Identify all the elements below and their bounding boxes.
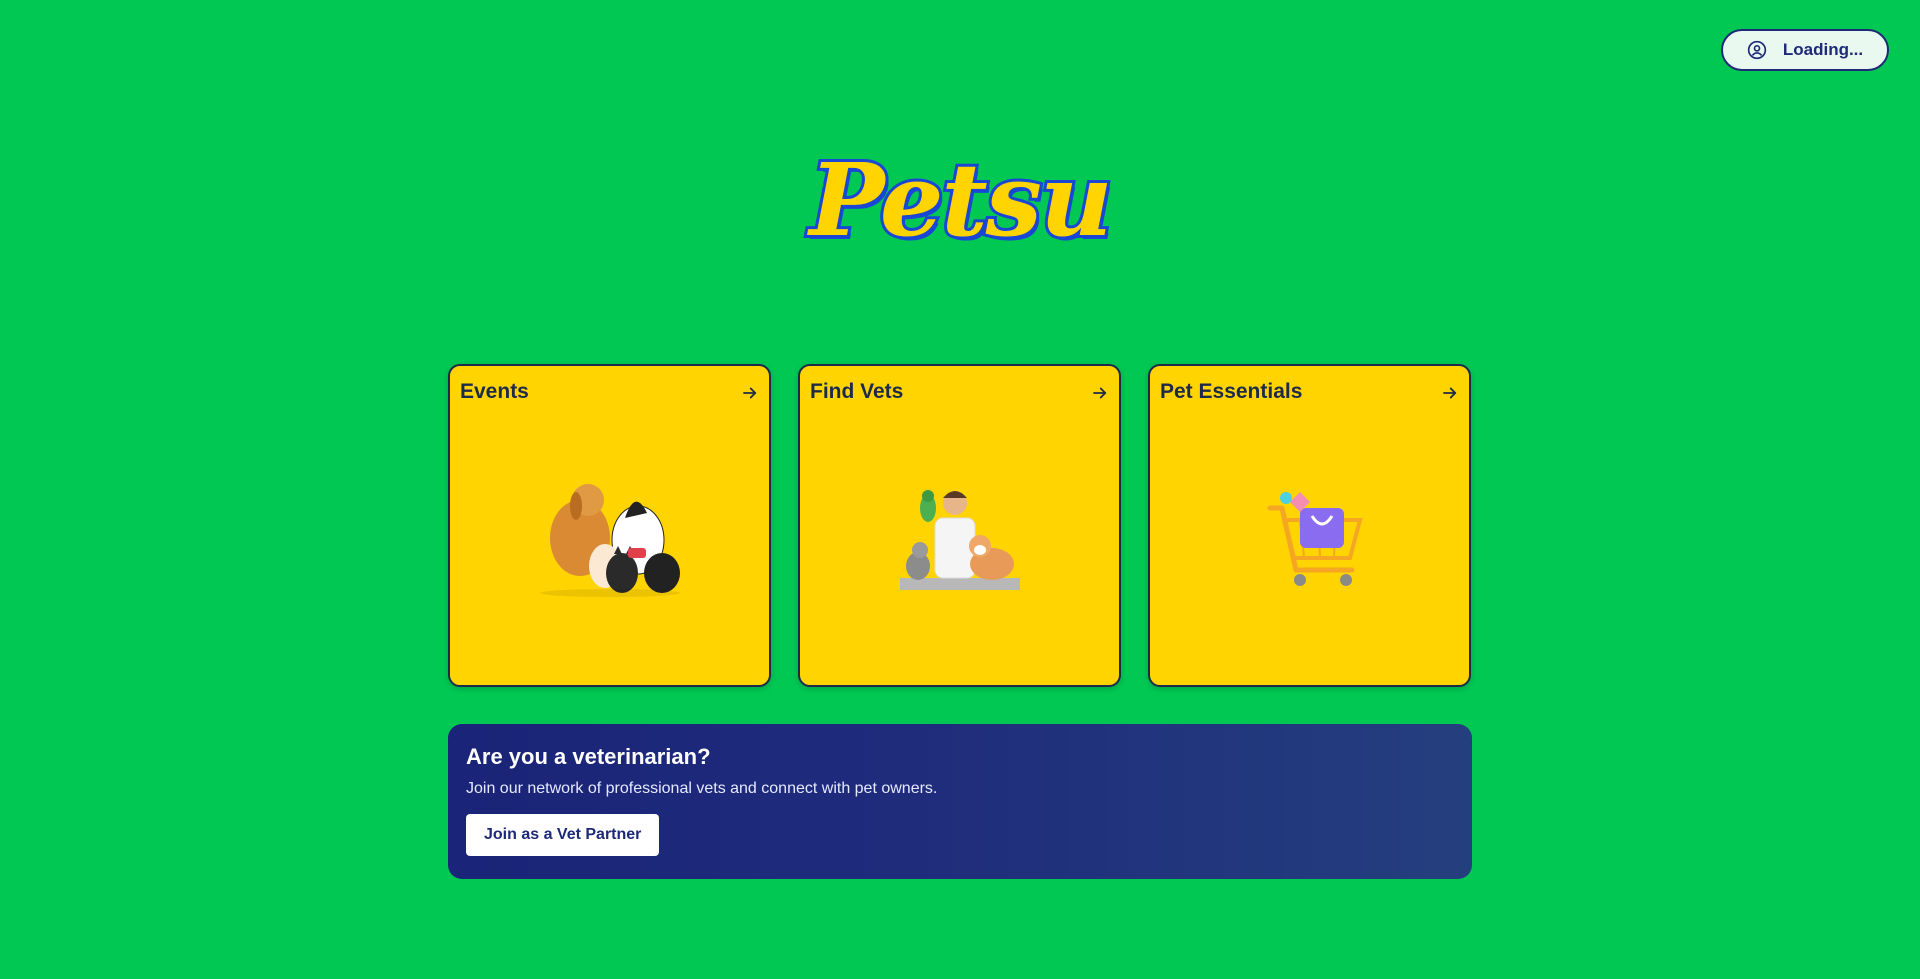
card-title-find-vets: Find Vets xyxy=(810,380,904,403)
user-circle-icon xyxy=(1747,40,1767,60)
petsu-logo[interactable]: Petsu xyxy=(780,140,1140,260)
vet-partner-banner: Are you a veterinarian? Join our network… xyxy=(448,724,1472,879)
feature-cards: Events Find Vets Pet Essentials xyxy=(448,364,1471,687)
account-button[interactable]: Loading... xyxy=(1721,29,1889,71)
veterinarian-with-pets-illustration xyxy=(899,490,1020,591)
arrow-right-icon xyxy=(743,387,757,399)
shopping-cart-illustration xyxy=(1267,492,1363,587)
card-title-pet-essentials: Pet Essentials xyxy=(1160,380,1303,403)
card-title-events: Events xyxy=(460,380,529,403)
arrow-right-icon xyxy=(1443,387,1457,399)
account-label: Loading... xyxy=(1782,40,1864,59)
pets-group-illustration xyxy=(539,484,680,598)
find-vets-card[interactable]: Find Vets xyxy=(798,364,1121,687)
join-vet-partner-button[interactable]: Join as a Vet Partner xyxy=(466,814,660,856)
arrow-right-icon xyxy=(1093,387,1107,399)
vet-banner-subtitle: Join our network of professional vets an… xyxy=(466,780,938,797)
vet-banner-title: Are you a veterinarian? xyxy=(466,744,711,769)
events-card[interactable]: Events xyxy=(448,364,771,687)
pet-essentials-card[interactable]: Pet Essentials xyxy=(1148,364,1471,687)
logo-text: Petsu xyxy=(806,141,1115,259)
